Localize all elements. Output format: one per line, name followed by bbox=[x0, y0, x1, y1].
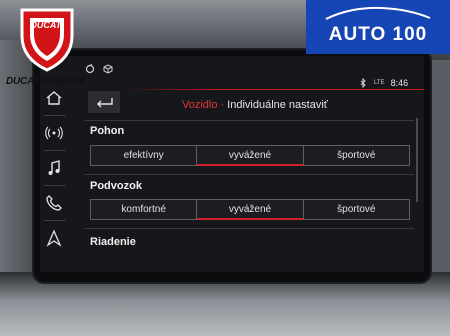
ducati-logo: DUCATI bbox=[20, 8, 74, 72]
scrollbar[interactable] bbox=[416, 118, 418, 202]
cube-icon bbox=[103, 64, 113, 74]
section-divider bbox=[84, 174, 414, 175]
rail-divider bbox=[44, 185, 66, 186]
phone-icon bbox=[46, 195, 62, 211]
auto100-badge: AUTO 100 bbox=[306, 0, 450, 54]
navigation-icon bbox=[46, 229, 62, 247]
option-podvozok-sportove[interactable]: športové bbox=[304, 200, 409, 219]
radio-icon bbox=[45, 126, 63, 140]
section-label-podvozok: Podvozok bbox=[90, 180, 142, 192]
back-arrow-icon bbox=[97, 98, 113, 108]
segment-pohon: efektívny vyvážené športové bbox=[90, 145, 410, 166]
rail-home[interactable] bbox=[40, 82, 68, 114]
ducati-logo-text: DUCATI bbox=[30, 20, 64, 30]
option-podvozok-komfortne[interactable]: komfortné bbox=[91, 200, 198, 219]
breadcrumb-section[interactable]: Vozidlo bbox=[182, 99, 217, 111]
list-fade bbox=[40, 248, 424, 272]
option-pohon-vyvazene[interactable]: vyvážené bbox=[197, 146, 304, 166]
rail-music[interactable] bbox=[40, 152, 68, 184]
section-label-riadenie[interactable]: Riadenie bbox=[90, 236, 136, 248]
segment-podvozok: komfortné vyvážené športové bbox=[90, 199, 410, 220]
breadcrumb-separator: · bbox=[220, 99, 225, 111]
lte-signal-icon: LTE bbox=[374, 80, 385, 86]
breadcrumb-current: Individuálne nastaviť bbox=[227, 99, 328, 111]
option-podvozok-vyvazene[interactable]: vyvážené bbox=[197, 200, 304, 220]
section-divider bbox=[84, 228, 414, 229]
home-icon bbox=[46, 91, 62, 105]
page-title: Vozidlo · Individuálne nastaviť bbox=[182, 99, 328, 111]
back-button[interactable] bbox=[88, 91, 120, 113]
music-icon bbox=[48, 160, 60, 175]
auto100-badge-text: AUTO 100 bbox=[328, 24, 428, 45]
section-label-pohon: Pohon bbox=[90, 125, 125, 137]
rail-divider bbox=[44, 115, 66, 116]
rail-phone[interactable] bbox=[40, 187, 68, 219]
option-pohon-sportove[interactable]: športové bbox=[304, 146, 409, 165]
left-nav-rail bbox=[40, 80, 68, 272]
sync-icon bbox=[85, 64, 95, 74]
rail-divider bbox=[44, 150, 66, 151]
option-pohon-efektivny[interactable]: efektívny bbox=[91, 146, 198, 165]
status-right: LTE 8:46 bbox=[358, 78, 408, 88]
bluetooth-icon bbox=[360, 78, 366, 88]
status-time: 8:46 bbox=[390, 78, 409, 88]
status-left bbox=[85, 64, 113, 74]
rail-divider bbox=[44, 220, 66, 221]
rail-radio[interactable] bbox=[40, 117, 68, 149]
section-divider bbox=[84, 120, 414, 121]
status-accent-line bbox=[124, 89, 424, 90]
car-silhouette-icon bbox=[325, 6, 431, 20]
